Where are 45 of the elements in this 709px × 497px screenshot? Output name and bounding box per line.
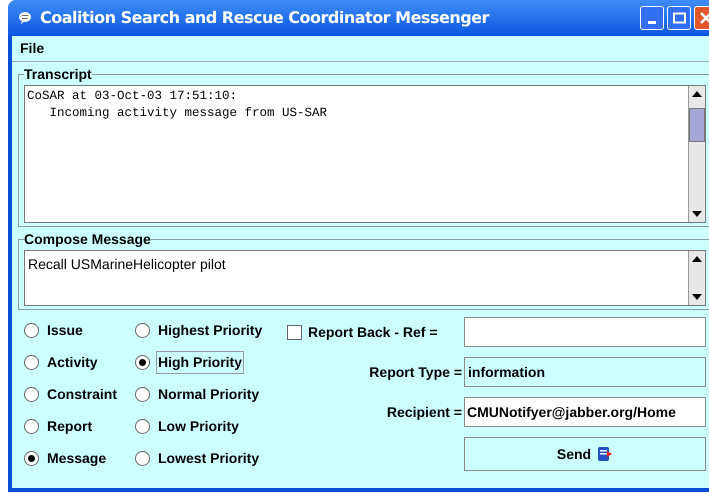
scrollbar[interactable] [688, 251, 705, 305]
input-field[interactable]: CMUNotifyer@jabber.org/Home [464, 397, 706, 427]
radio-label[interactable]: High Priority [156, 350, 244, 374]
report-type-label: Report Type = [368, 362, 462, 382]
transcript-line: Incoming activity message from US-SAR [48, 105, 328, 122]
radio-button[interactable] [24, 322, 39, 338]
scrollbar[interactable] [688, 86, 705, 222]
minimize-icon [648, 21, 656, 24]
app-icon [18, 11, 32, 25]
recipient-label: Recipient = [386, 402, 462, 422]
report-type-value: information [468, 362, 545, 382]
radio-button[interactable] [24, 450, 39, 466]
radio-button[interactable] [135, 386, 150, 402]
radio-label[interactable]: Issue [45, 320, 85, 340]
radio-button[interactable] [24, 354, 39, 370]
radio-button[interactable] [135, 322, 150, 338]
send-icon [597, 446, 614, 462]
minimize-button[interactable] [640, 6, 664, 30]
radio-label[interactable]: Highest Priority [156, 320, 264, 340]
radio-label[interactable]: Report [45, 416, 94, 436]
radio-button[interactable] [24, 418, 39, 434]
close-icon [700, 12, 709, 24]
radio-label[interactable]: Activity [45, 352, 100, 372]
report-back-label: Report Back - Ref = [308, 322, 438, 342]
radio-button[interactable] [135, 450, 150, 466]
radio-button[interactable] [135, 354, 150, 370]
maximize-icon [672, 12, 686, 24]
group-label: Compose Message [24, 230, 151, 249]
radio-label[interactable]: Message [45, 448, 108, 468]
group-label: Transcript [24, 65, 92, 84]
radio-label[interactable]: Low Priority [156, 416, 241, 436]
radio-label[interactable]: Lowest Priority [156, 448, 262, 468]
radio-button[interactable] [24, 386, 39, 402]
window-title: Coalition Search and Rescue Coordinator Messenger [40, 7, 489, 29]
radio-label[interactable]: Constraint [45, 384, 119, 404]
checkbox[interactable] [287, 324, 302, 340]
input-field[interactable] [464, 317, 706, 347]
radio-button[interactable] [135, 418, 150, 434]
radio-label[interactable]: Normal Priority [156, 384, 262, 404]
maximize-button[interactable] [667, 6, 691, 30]
transcript-line: CoSAR at 03-Oct-03 17:51:10: [27, 88, 238, 105]
compose-field[interactable]: Recall USMarineHelicopter pilot [24, 250, 706, 306]
scroll-thumb[interactable] [689, 108, 705, 142]
send-button[interactable]: Send [464, 437, 706, 471]
menu-item[interactable]: File [20, 38, 44, 59]
